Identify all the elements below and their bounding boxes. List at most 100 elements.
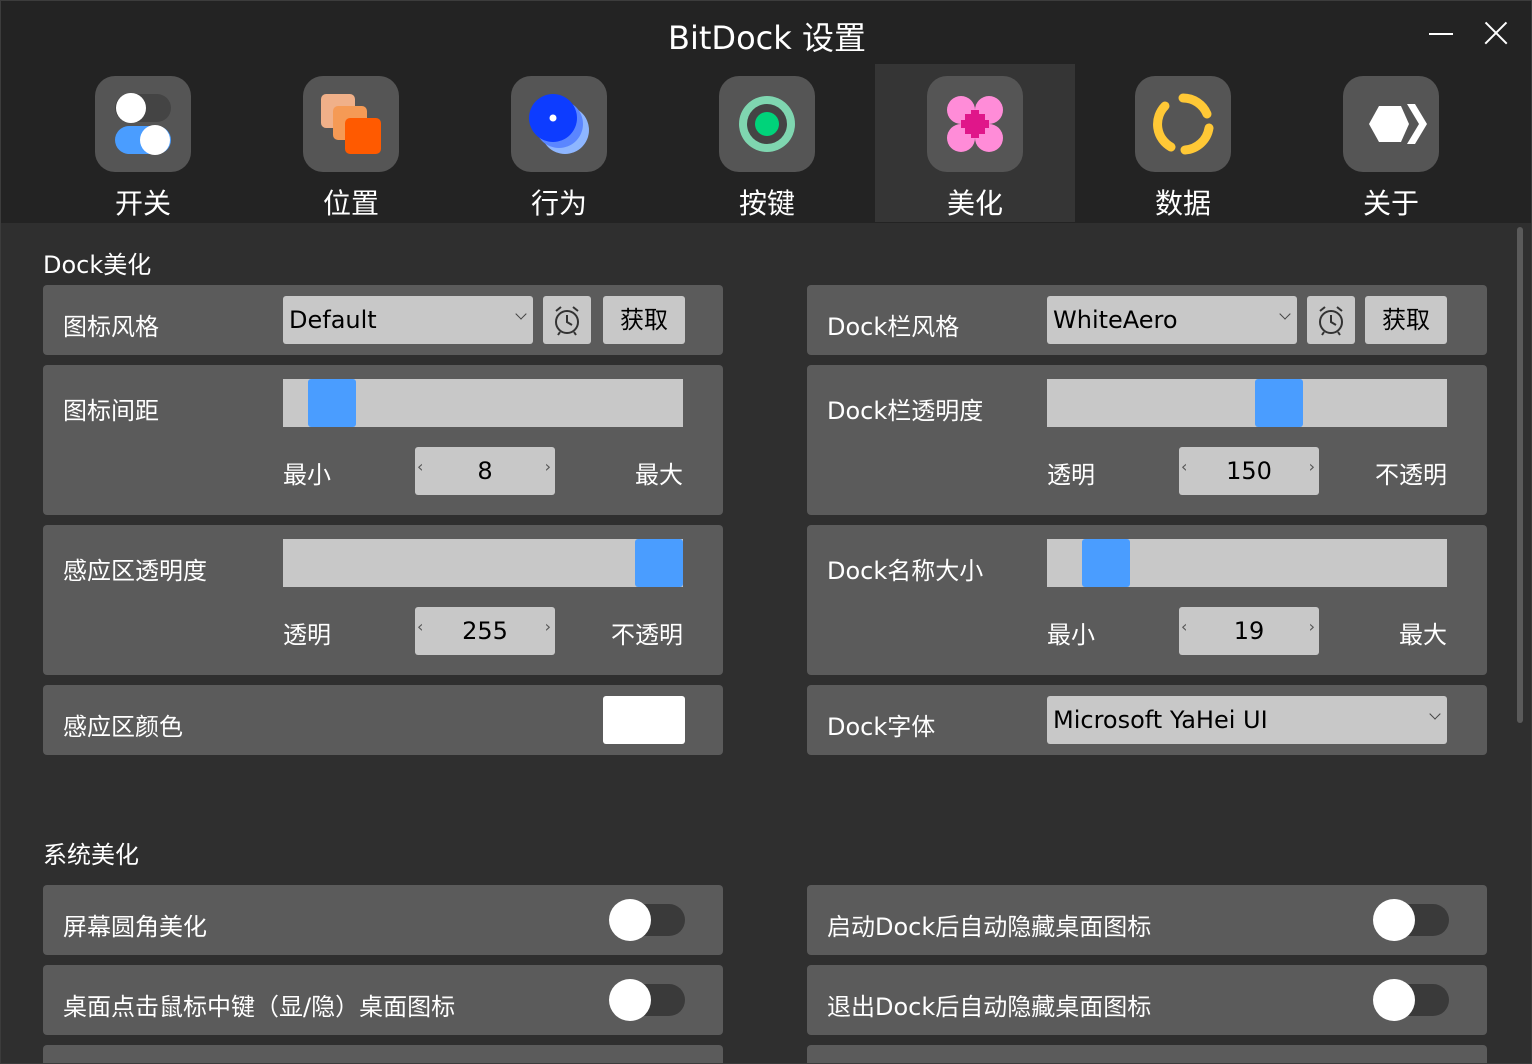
name-size-stepper[interactable]: ‹ 19 › [1179,607,1319,655]
flower-icon [927,76,1023,172]
toggle-card: 启动Dock后自动隐藏桌面图标 [807,885,1487,955]
toggle-card: 桌面点击鼠标中键（显/隐）桌面图标 [43,965,723,1035]
icon-spacing-stepper[interactable]: ‹ 8 › [415,447,555,495]
stepper-value: 255 [462,617,508,645]
increment-icon[interactable]: › [1309,457,1315,476]
increment-icon[interactable]: › [545,617,551,636]
slider-thumb[interactable] [308,379,356,427]
name-size-slider[interactable] [1047,539,1447,587]
bar-opacity-slider[interactable] [1047,379,1447,427]
bar-opacity-stepper[interactable]: ‹ 150 › [1179,447,1319,495]
partial-card [43,1045,723,1063]
stepper-value: 150 [1226,457,1272,485]
icon-style-label: 图标风格 [63,313,159,341]
icon-spacing-label: 图标间距 [63,397,159,425]
decrement-icon[interactable]: ‹ [1181,617,1187,636]
tab-label: 数据 [1154,187,1211,220]
alarm-clock-icon [1319,306,1343,336]
window-title: BitDock 设置 [668,19,866,57]
alarm-clock-icon [555,306,579,336]
tab-label: 行为 [530,187,587,220]
max-label: 最大 [1399,621,1447,649]
blue-dot-icon [511,76,607,172]
close-button[interactable] [1479,15,1515,51]
dock-font-select[interactable]: Microsoft YaHei UI [1047,696,1447,744]
partial-card [807,1045,1487,1063]
toggle-knob [609,899,651,941]
slider-thumb[interactable] [1255,379,1303,427]
tab-label: 开关 [114,187,171,220]
middle-click-toggle[interactable] [609,979,685,1021]
tab-label: 位置 [322,187,379,220]
zone-opacity-slider[interactable] [283,539,683,587]
tab-label: 按键 [738,187,795,220]
tab-about[interactable]: 关于 [1291,64,1491,222]
toggle-knob [609,979,651,1021]
increment-icon[interactable]: › [545,457,551,476]
toggle-card: 屏幕圆角美化 [43,885,723,955]
min-label: 最小 [1047,621,1095,649]
stacked-squares-icon [303,76,399,172]
zone-color-swatch[interactable] [603,696,685,744]
settings-content: Dock美化 图标风格 Default 获取 Dock栏风格 WhiteAero… [1,223,1531,1063]
settings-window: BitDock 设置 开关 位置 行为 按键 美化 数据 关于 Dock美化 图… [0,0,1532,1064]
decrement-icon[interactable]: ‹ [1181,457,1187,476]
bar-style-select[interactable]: WhiteAero [1047,296,1297,344]
zone-opacity-card: 感应区透明度 透明 ‹ 255 › 不透明 [43,525,723,675]
bar-style-value: WhiteAero [1053,306,1178,334]
icon-style-card: 图标风格 Default 获取 [43,285,723,355]
zone-opacity-stepper[interactable]: ‹ 255 › [415,607,555,655]
tab-keys[interactable]: 按键 [667,64,867,222]
max-label: 不透明 [611,621,683,649]
zone-opacity-label: 感应区透明度 [63,557,207,585]
toggle-label: 退出Dock后自动隐藏桌面图标 [827,993,1152,1021]
icon-style-value: Default [289,306,377,334]
tab-label: 美化 [946,187,1003,220]
zone-color-label: 感应区颜色 [63,713,183,741]
bar-style-label: Dock栏风格 [827,313,960,341]
stepper-value: 19 [1233,617,1265,645]
green-ring-icon [719,76,815,172]
dock-font-value: Microsoft YaHei UI [1053,706,1268,734]
max-label: 最大 [635,461,683,489]
slider-thumb[interactable] [635,539,683,587]
decrement-icon[interactable]: ‹ [417,617,423,636]
hide-icons-on-start-toggle[interactable] [1373,899,1449,941]
tab-beautify[interactable]: 美化 [875,64,1075,222]
alarm-clock-button[interactable] [1307,296,1355,344]
dock-font-card: Dock字体 Microsoft YaHei UI [807,685,1487,755]
name-size-label: Dock名称大小 [827,557,984,585]
tab-data[interactable]: 数据 [1083,64,1283,222]
decrement-icon[interactable]: ‹ [417,457,423,476]
slider-thumb[interactable] [1082,539,1130,587]
section-title-dock: Dock美化 [43,251,152,279]
icon-spacing-slider[interactable] [283,379,683,427]
hide-icons-on-exit-toggle[interactable] [1373,979,1449,1021]
min-label: 透明 [283,621,331,649]
tab-behavior[interactable]: 行为 [459,64,659,222]
tab-switches[interactable]: 开关 [43,64,243,222]
toggle-label: 启动Dock后自动隐藏桌面图标 [827,913,1152,941]
stepper-value: 8 [477,457,493,485]
bar-opacity-card: Dock栏透明度 透明 ‹ 150 › 不透明 [807,365,1487,515]
name-size-card: Dock名称大小 最小 ‹ 19 › 最大 [807,525,1487,675]
toggle-knob [1373,899,1415,941]
icon-spacing-card: 图标间距 最小 ‹ 8 › 最大 [43,365,723,515]
dock-font-label: Dock字体 [827,713,936,741]
toggles-icon [95,76,191,172]
toggle-knob [1373,979,1415,1021]
fetch-bar-style-button[interactable]: 获取 [1365,296,1447,344]
fetch-icon-style-button[interactable]: 获取 [603,296,685,344]
zone-color-card: 感应区颜色 [43,685,723,755]
icon-style-select[interactable]: Default [283,296,533,344]
tab-position[interactable]: 位置 [251,64,451,222]
hexagon-chevron-icon [1343,76,1439,172]
toggle-label: 桌面点击鼠标中键（显/隐）桌面图标 [63,993,456,1021]
alarm-clock-button[interactable] [543,296,591,344]
increment-icon[interactable]: › [1309,617,1315,636]
rounded-corner-toggle[interactable] [609,899,685,941]
minimize-button[interactable] [1425,15,1465,51]
min-label: 最小 [283,461,331,489]
dashed-circle-icon [1135,76,1231,172]
vertical-scrollbar[interactable] [1517,227,1523,723]
